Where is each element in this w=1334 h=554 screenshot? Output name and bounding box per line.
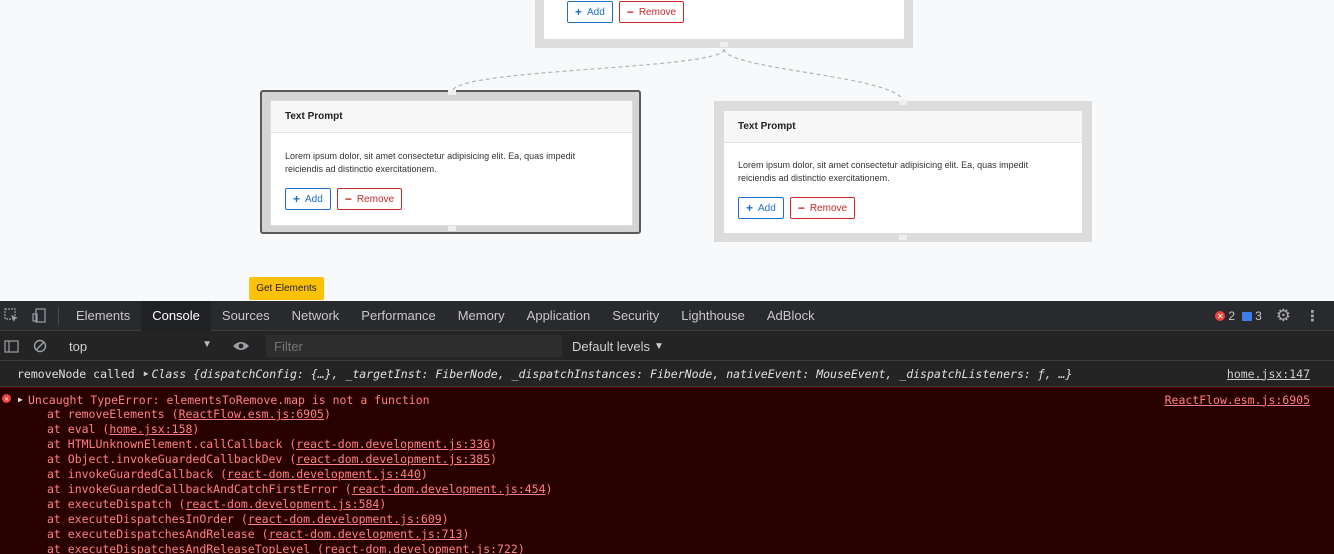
context-select[interactable]: top ▼	[63, 335, 218, 357]
stack-frame: at executeDispatchesInOrder (react-dom.d…	[47, 512, 449, 526]
stack-frame: at executeDispatchesAndRelease (react-do…	[47, 527, 470, 541]
devtools-panel: Elements Console Sources Network Perform…	[0, 300, 1334, 554]
stack-frame: at executeDispatchesAndReleaseTopLevel (…	[47, 542, 525, 554]
source-link[interactable]: ReactFlow.esm.js:6905	[1165, 393, 1310, 407]
stack-trace: at removeElements (ReactFlow.esm.js:6905…	[47, 407, 552, 554]
tab-security[interactable]: Security	[601, 301, 670, 331]
inspect-element-icon[interactable]	[0, 305, 22, 327]
stack-frame-link[interactable]: react-dom.development.js:584	[185, 497, 379, 511]
plus-icon: +	[293, 192, 301, 206]
node-card: + Add − Remove	[543, 0, 905, 40]
clear-console-icon[interactable]	[29, 335, 51, 357]
tab-adblock[interactable]: AdBlock	[756, 301, 826, 331]
plus-icon: +	[746, 201, 754, 215]
get-elements-button[interactable]: Get Elements	[249, 277, 324, 300]
tab-application[interactable]: Application	[516, 301, 602, 331]
node-title: Text Prompt	[724, 111, 1082, 143]
flow-node-right[interactable]: Text Prompt Lorem ipsum dolor, sit amet …	[714, 100, 1092, 242]
source-handle[interactable]	[448, 226, 456, 231]
expand-triangle-icon[interactable]: ▶	[18, 395, 23, 404]
edge-root-right[interactable]	[723, 48, 904, 103]
source-handle[interactable]	[899, 235, 907, 240]
stack-frame: at eval (home.jsx:158)	[47, 422, 200, 436]
stack-frame-link[interactable]: ReactFlow.esm.js:6905	[179, 407, 324, 421]
edge-root-left[interactable]	[451, 48, 725, 93]
target-handle[interactable]	[899, 100, 907, 105]
sidebar-toggle-icon[interactable]	[0, 335, 22, 357]
stack-frame-link[interactable]: react-dom.development.js:336	[296, 437, 490, 451]
stack-frame-link[interactable]: react-dom.development.js:722	[324, 542, 518, 554]
node-text: Lorem ipsum dolor, sit amet consectetur …	[738, 160, 1029, 183]
source-link[interactable]: home.jsx:147	[1227, 367, 1310, 381]
stack-frame-link[interactable]: home.jsx:158	[109, 422, 192, 436]
caret-down-icon: ▼	[202, 339, 212, 350]
log-levels-select[interactable]: Default levels ▼	[572, 335, 664, 357]
tab-performance[interactable]: Performance	[350, 301, 446, 331]
tab-elements[interactable]: Elements	[65, 301, 141, 331]
node-title: Text Prompt	[271, 101, 632, 133]
tab-lighthouse[interactable]: Lighthouse	[670, 301, 756, 331]
console-toolbar: top ▼ Default levels ▼	[0, 331, 1334, 361]
stack-frame-link[interactable]: react-dom.development.js:609	[248, 512, 442, 526]
remove-button[interactable]: − Remove	[618, 1, 685, 23]
minus-icon: −	[797, 201, 805, 215]
flow-canvas[interactable]: + Add − Remove Text Prompt Lorem ipsum d…	[0, 0, 1334, 301]
target-handle[interactable]	[448, 90, 456, 95]
error-icon: ✕	[1215, 311, 1226, 321]
remove-button[interactable]: − Remove	[336, 188, 403, 210]
stack-frame-link[interactable]: react-dom.development.js:440	[227, 467, 421, 481]
plus-icon: +	[575, 5, 583, 19]
logged-object[interactable]: Class {dispatchConfig: {…}, _targetInst:…	[152, 367, 1073, 381]
tab-memory[interactable]: Memory	[447, 301, 516, 331]
source-handle[interactable]	[720, 42, 728, 47]
stack-frame: at HTMLUnknownElement.callCallback (reac…	[47, 437, 498, 451]
expand-triangle-icon[interactable]: ▶	[144, 369, 149, 378]
console-error-entry: ✕ ▶ Uncaught TypeError: elementsToRemove…	[0, 387, 1334, 554]
tab-network[interactable]: Network	[281, 301, 351, 331]
stack-frame: at executeDispatch (react-dom.developmen…	[47, 497, 387, 511]
error-icon: ✕	[2, 394, 11, 403]
node-card: Text Prompt Lorem ipsum dolor, sit amet …	[270, 100, 633, 226]
remove-button[interactable]: − Remove	[789, 197, 856, 219]
stack-frame: at Object.invokeGuardedCallbackDev (reac…	[47, 452, 498, 466]
console-log-entry: removeNode called ▶ Class {dispatchConfi…	[0, 361, 1334, 387]
message-icon	[1242, 311, 1253, 321]
device-toolbar-icon[interactable]	[28, 305, 50, 327]
flow-node-left[interactable]: Text Prompt Lorem ipsum dolor, sit amet …	[260, 90, 641, 234]
add-button[interactable]: + Add	[285, 188, 331, 210]
error-message: Uncaught TypeError: elementsToRemove.map…	[28, 392, 430, 407]
stack-frame: at removeElements (ReactFlow.esm.js:6905…	[47, 407, 331, 421]
more-menu-icon[interactable]: ⋮	[1305, 307, 1320, 325]
stack-frame: at invokeGuardedCallbackAndCatchFirstErr…	[47, 482, 553, 496]
tab-console[interactable]: Console	[141, 300, 211, 331]
caret-down-icon: ▼	[654, 340, 664, 352]
flow-node-root[interactable]: + Add − Remove	[535, 0, 913, 48]
eye-icon[interactable]	[230, 335, 252, 357]
stack-frame-link[interactable]: react-dom.development.js:713	[269, 527, 463, 541]
stack-frame-link[interactable]: react-dom.development.js:454	[352, 482, 546, 496]
minus-icon: −	[344, 192, 352, 206]
minus-icon: −	[626, 5, 634, 19]
stack-frame-link[interactable]: react-dom.development.js:385	[296, 452, 490, 466]
node-text: Lorem ipsum dolor, sit amet consectetur …	[285, 151, 576, 174]
issue-counter[interactable]: ✕ 2 3	[1215, 309, 1262, 323]
add-button[interactable]: + Add	[738, 197, 784, 219]
gear-icon[interactable]: ⚙	[1276, 306, 1291, 326]
tab-sources[interactable]: Sources	[211, 301, 281, 331]
node-card: Text Prompt Lorem ipsum dolor, sit amet …	[723, 110, 1083, 234]
stack-frame: at invokeGuardedCallback (react-dom.deve…	[47, 467, 428, 481]
console-filter-input[interactable]	[266, 335, 562, 357]
devtools-tabbar: Elements Console Sources Network Perform…	[0, 300, 1334, 331]
add-button[interactable]: + Add	[567, 1, 613, 23]
